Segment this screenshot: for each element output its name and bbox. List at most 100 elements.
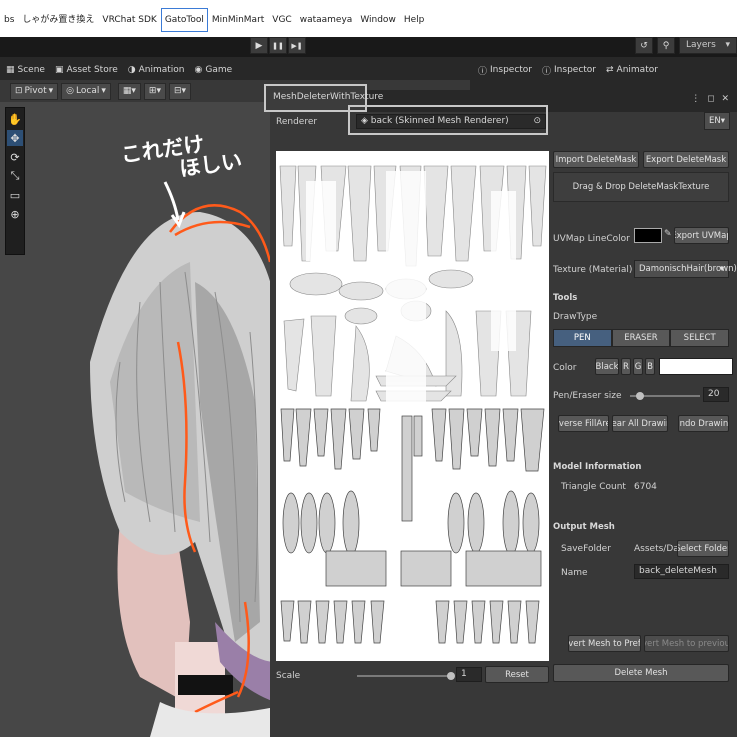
tab-animator[interactable]: ⇄ Animator xyxy=(606,65,658,75)
tab-animator-label: Animator xyxy=(616,65,658,75)
reset-button[interactable]: Reset xyxy=(485,666,549,683)
color-g-button[interactable]: G xyxy=(633,358,643,375)
animator-icon: ⇄ xyxy=(606,65,614,75)
renderer-value: back (Skinned Mesh Renderer) xyxy=(370,116,509,126)
local-dropdown[interactable]: ◎ Local ▾ xyxy=(61,82,111,100)
color-black-button[interactable]: Black xyxy=(595,358,619,375)
renderer-field[interactable]: ◈ back (Skinned Mesh Renderer) ⊙ xyxy=(356,114,546,129)
window-controls[interactable]: ⋮ ◻ ✕ xyxy=(691,94,731,104)
tab-game[interactable]: ◉ Game xyxy=(194,65,232,75)
play-button[interactable]: ▶ xyxy=(250,37,268,54)
info-icon: ⓘ xyxy=(478,66,488,77)
search-icon: ⚲ xyxy=(662,40,670,51)
uvmap-line-color-swatch[interactable] xyxy=(634,228,662,243)
pause-button[interactable]: ❚❚ xyxy=(269,37,287,54)
name-input[interactable]: back_deleteMesh xyxy=(634,564,729,579)
drawtype-select[interactable]: SELECT xyxy=(670,329,730,347)
tab-inspector-2-label: Inspector xyxy=(554,65,596,75)
name-label: Name xyxy=(561,568,588,578)
grid-snap-button[interactable]: ▦▾ xyxy=(117,82,141,100)
pen-size-input[interactable]: 20 xyxy=(703,387,729,402)
game-icon: ◉ xyxy=(194,65,203,75)
revert-mesh-to-previously-button[interactable]: Revert Mesh to previously xyxy=(644,635,729,652)
ruler-button[interactable]: ⊟▾ xyxy=(168,82,192,100)
increment-snap-button[interactable]: ⊞▾ xyxy=(143,82,166,100)
hand-tool-icon[interactable]: ✋ xyxy=(7,111,23,127)
grid-icon: ▦▾ xyxy=(122,86,136,96)
menu-crouch-replace[interactable]: しゃがみ置き換え xyxy=(18,13,98,27)
history-button[interactable]: ↺ xyxy=(635,37,653,54)
menu-vgc[interactable]: VGC xyxy=(268,13,295,27)
drawtype-pen[interactable]: PEN xyxy=(553,329,612,347)
scale-slider-knob[interactable] xyxy=(447,672,455,680)
select-folder-button[interactable]: Select Folder xyxy=(677,540,729,557)
tab-scene[interactable]: ▦ Scene xyxy=(6,65,45,75)
history-icon: ↺ xyxy=(640,40,648,51)
delete-mesh-button[interactable]: Delete Mesh xyxy=(553,664,729,682)
main-toolbar: ▶ ❚❚ ▶❚ ↺ ⚲ Layers xyxy=(0,37,737,57)
tab-inspector-1-label: Inspector xyxy=(490,65,532,75)
scale-tool-icon[interactable]: ⤡ xyxy=(7,168,23,184)
menu-wataameya[interactable]: wataameya xyxy=(296,13,357,27)
pen-eraser-size-label: Pen/Eraser size xyxy=(553,391,622,401)
menu-minminmart[interactable]: MinMinMart xyxy=(208,13,268,27)
store-icon: ▣ xyxy=(54,65,64,75)
menu-window[interactable]: Window xyxy=(356,13,400,27)
local-label: Local xyxy=(76,86,100,96)
menu-bs[interactable]: bs xyxy=(0,13,18,27)
object-picker-icon[interactable]: ⊙ xyxy=(533,115,541,128)
layers-dropdown[interactable]: Layers xyxy=(679,37,737,54)
scale-input[interactable]: 1 xyxy=(456,667,482,682)
pen-color-swatch[interactable] xyxy=(659,358,733,375)
tab-animation[interactable]: ◑ Animation xyxy=(128,65,185,75)
rotate-tool-icon[interactable]: ⟳ xyxy=(7,149,23,165)
search-button[interactable]: ⚲ xyxy=(657,37,675,54)
toolbar-right: ↺ ⚲ Layers xyxy=(635,37,737,54)
eyedropper-icon[interactable]: ✎ xyxy=(664,229,672,239)
chevron-down-icon: ▾ xyxy=(48,86,54,96)
play-controls: ▶ ❚❚ ▶❚ xyxy=(250,37,307,54)
menu-help[interactable]: Help xyxy=(400,13,429,27)
color-b-button[interactable]: B xyxy=(645,358,655,375)
inverse-fillarea-button[interactable]: Inverse FillArea xyxy=(558,415,609,432)
savefolder-label: SaveFolder xyxy=(561,544,611,554)
triangle-count-label: Triangle Count xyxy=(561,482,626,492)
transform-tool-icon[interactable]: ⊕ xyxy=(7,206,23,222)
language-dropdown[interactable]: EN xyxy=(704,112,730,130)
color-r-button[interactable]: R xyxy=(621,358,631,375)
texture-dropdown[interactable]: DamonischHair(brown) xyxy=(634,260,737,278)
menu-gatotool[interactable]: GatoTool xyxy=(160,8,208,32)
drawtype-eraser[interactable]: ERASER xyxy=(611,329,671,347)
tab-inspector-1[interactable]: ⓘ Inspector xyxy=(478,64,532,77)
export-deletemask-button[interactable]: Export DeleteMask xyxy=(643,151,729,168)
menu-vrchat-sdk[interactable]: VRChat SDK xyxy=(98,13,160,27)
move-tool-icon[interactable]: ✥ xyxy=(7,130,23,146)
step-icon: ▶❚ xyxy=(291,41,303,50)
revert-mesh-to-prefab-button[interactable]: Revert Mesh to Prefab xyxy=(568,635,641,652)
play-icon: ▶ xyxy=(255,40,263,51)
undo-drawing-button[interactable]: Undo Drawing xyxy=(678,415,729,432)
tab-scene-label: Scene xyxy=(17,65,45,75)
uvmap-linecolor-label: UVMap LineColor xyxy=(553,234,630,244)
mesh-deleter-window: MeshDeleterWithTexture ⋮ ◻ ✕ Renderer ◈ … xyxy=(264,84,737,737)
step-button[interactable]: ▶❚ xyxy=(288,37,306,54)
snap-icon: ⊞▾ xyxy=(148,86,161,96)
tab-inspector-2[interactable]: ⓘ Inspector xyxy=(542,64,596,77)
export-uvmap-button[interactable]: Export UVMap xyxy=(674,227,729,244)
tab-asset-store[interactable]: ▣ Asset Store xyxy=(55,65,118,75)
scale-slider-track[interactable] xyxy=(357,675,453,677)
rect-tool-icon[interactable]: ▭ xyxy=(7,187,23,203)
tab-animation-label: Animation xyxy=(138,65,185,75)
transform-tool-strip: ✋ ✥ ⟳ ⤡ ▭ ⊕ xyxy=(5,107,25,255)
import-deletemask-button[interactable]: Import DeleteMask xyxy=(553,151,639,168)
chevron-down-icon: ▾ xyxy=(101,86,106,96)
clear-all-drawing-button[interactable]: Clear All Drawing xyxy=(612,415,668,432)
drawtype-label: DrawType xyxy=(553,312,598,322)
tab-game-label: Game xyxy=(205,65,233,75)
scale-label: Scale xyxy=(276,671,301,681)
uv-map-canvas[interactable] xyxy=(276,151,549,661)
drag-drop-area[interactable]: Drag & Drop DeleteMaskTexture xyxy=(553,172,729,202)
scene-viewport[interactable]: これだけ ほしい xyxy=(0,102,275,737)
pen-size-slider-knob[interactable] xyxy=(636,392,644,400)
pivot-dropdown[interactable]: ⊡ Pivot ▾ xyxy=(10,82,59,100)
